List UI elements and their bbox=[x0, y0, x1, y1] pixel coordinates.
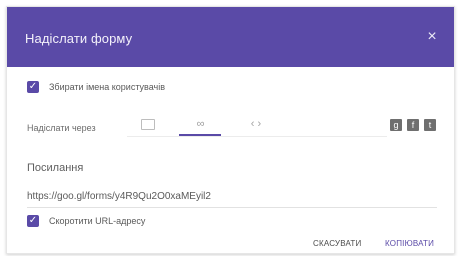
cancel-button[interactable]: СКАСУВАТИ bbox=[313, 239, 361, 248]
link-label: Посилання bbox=[27, 162, 84, 174]
active-tab-indicator bbox=[179, 134, 221, 136]
tabs-divider bbox=[127, 136, 387, 137]
close-icon[interactable]: × bbox=[422, 27, 442, 47]
tab-embed[interactable]: ‹ › bbox=[243, 113, 269, 135]
link-icon: ∞ bbox=[196, 118, 205, 130]
dialog-header: Надіслати форму × bbox=[7, 7, 454, 67]
code-icon: ‹ › bbox=[250, 118, 262, 130]
send-form-dialog: Надіслати форму × ✓ Збирати імена корист… bbox=[6, 6, 455, 254]
shorten-url-label: Скоротити URL-адресу bbox=[49, 216, 146, 226]
url-input[interactable] bbox=[27, 185, 437, 208]
envelope-icon bbox=[141, 118, 155, 130]
collect-emails-checkbox[interactable]: ✓ bbox=[27, 81, 39, 93]
tab-link[interactable]: ∞ bbox=[183, 113, 217, 135]
tab-email[interactable] bbox=[135, 113, 161, 135]
google-plus-icon[interactable]: g bbox=[390, 119, 402, 131]
dialog-title: Надіслати форму bbox=[25, 31, 133, 46]
shorten-url-checkbox[interactable]: ✓ bbox=[27, 215, 39, 227]
send-via-label: Надіслати через bbox=[27, 123, 96, 133]
collect-emails-label: Збирати імена користувачів bbox=[49, 82, 166, 92]
facebook-icon[interactable]: f bbox=[407, 119, 419, 131]
copy-button[interactable]: КОПІЮВАТИ bbox=[385, 239, 434, 248]
collect-emails-row[interactable]: ✓ Збирати імена користувачів bbox=[27, 81, 165, 93]
shorten-url-row[interactable]: ✓ Скоротити URL-адресу bbox=[27, 215, 145, 227]
twitter-icon[interactable]: t bbox=[424, 119, 436, 131]
